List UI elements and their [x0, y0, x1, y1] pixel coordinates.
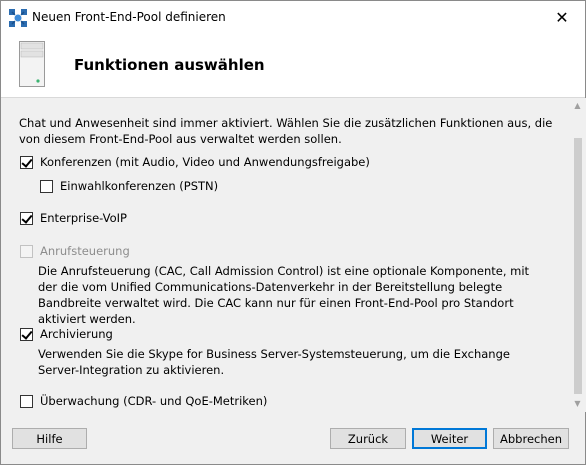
scroll-down-icon[interactable]: ▼ — [572, 398, 583, 409]
scroll-up-icon[interactable]: ▲ — [572, 100, 583, 111]
checkbox-konferenzen[interactable] — [20, 155, 33, 169]
scrollbar-thumb[interactable] — [574, 138, 582, 394]
archivierung-description: Verwenden Sie die Skype for Business Ser… — [38, 347, 510, 377]
help-button[interactable]: Hilfe — [12, 428, 87, 449]
option-ueberwachung[interactable]: Überwachung (CDR- und QoE-Metriken) — [20, 394, 267, 408]
option-label: Überwachung (CDR- und QoE-Metriken) — [40, 394, 268, 408]
content-panel: Chat und Anwesenheit sind immer aktivier… — [1, 98, 569, 412]
option-label: Enterprise-VoIP — [40, 211, 127, 225]
option-label: Archivierung — [40, 327, 113, 341]
close-icon: ✕ — [555, 7, 569, 27]
page-title: Funktionen auswählen — [74, 56, 265, 74]
checkbox-enterprise-voip[interactable] — [20, 211, 33, 225]
next-button[interactable]: Weiter — [412, 428, 487, 449]
window-title: Neuen Front-End-Pool definieren — [32, 10, 226, 24]
back-button[interactable]: Zurück — [330, 428, 406, 449]
anrufsteuerung-description: Die Anrufsteuerung (CAC, Call Admission … — [38, 264, 530, 326]
checkbox-einwahlkonferenzen[interactable] — [40, 179, 53, 193]
vertical-scrollbar[interactable]: ▲ ▼ — [569, 98, 586, 412]
intro-text: Chat und Anwesenheit sind immer aktivier… — [19, 116, 553, 146]
title-bar: Neuen Front-End-Pool definieren ✕ — [1, 1, 585, 33]
option-label: Anrufsteuerung — [40, 244, 130, 258]
option-label: Konferenzen (mit Audio, Video und Anwend… — [40, 155, 370, 169]
checkbox-ueberwachung[interactable] — [20, 394, 33, 408]
button-bar: Hilfe Zurück Weiter Abbrechen — [1, 412, 585, 464]
page-header: Funktionen auswählen — [1, 33, 585, 98]
server-icon — [19, 41, 45, 87]
option-enterprise-voip[interactable]: Enterprise-VoIP — [20, 211, 127, 225]
option-anrufsteuerung: Anrufsteuerung — [20, 244, 130, 258]
checkbox-archivierung[interactable] — [20, 327, 33, 341]
close-button[interactable]: ✕ — [539, 1, 585, 33]
checkbox-anrufsteuerung — [20, 244, 33, 258]
dialog-window: Neuen Front-End-Pool definieren ✕ Funkti… — [0, 0, 586, 465]
topology-builder-icon — [9, 9, 27, 27]
option-einwahlkonferenzen[interactable]: Einwahlkonferenzen (PSTN) — [40, 179, 218, 193]
option-archivierung[interactable]: Archivierung — [20, 327, 113, 341]
cancel-button[interactable]: Abbrechen — [493, 428, 569, 449]
option-label: Einwahlkonferenzen (PSTN) — [60, 179, 219, 193]
option-konferenzen[interactable]: Konferenzen (mit Audio, Video und Anwend… — [20, 155, 370, 169]
